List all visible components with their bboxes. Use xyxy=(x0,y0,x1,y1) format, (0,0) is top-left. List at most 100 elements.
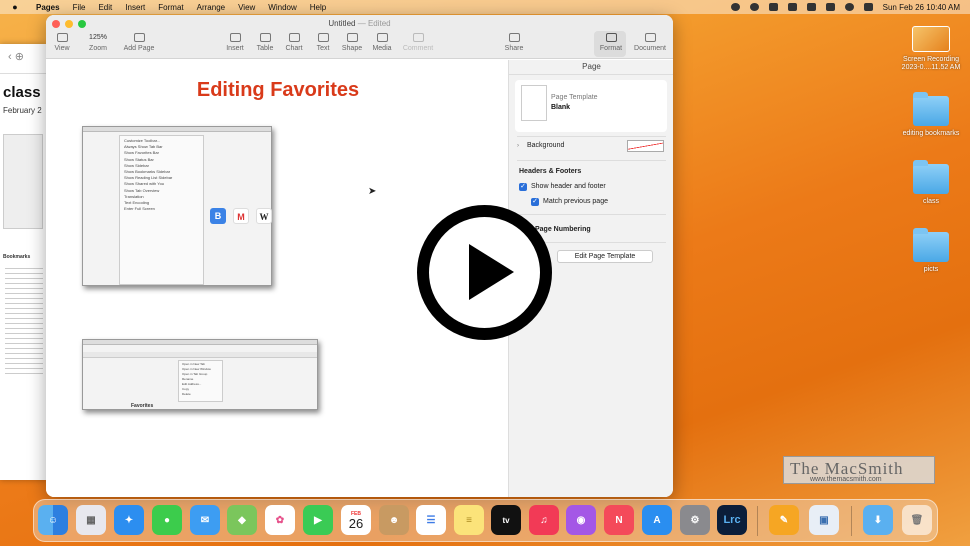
media-button[interactable]: Media xyxy=(362,33,402,52)
menu-file[interactable]: File xyxy=(73,3,86,12)
screenshot-favorites-menu[interactable]: Open in New Tab Open in New Window Open … xyxy=(82,339,318,410)
apple-menu-icon[interactable]: ● xyxy=(8,2,22,12)
mail-icon[interactable]: ✉ xyxy=(190,505,220,535)
menu-edit[interactable]: Edit xyxy=(98,3,112,12)
favorites-label: Favorites xyxy=(131,403,154,409)
page-template-card[interactable]: Page Template Blank xyxy=(515,80,667,132)
app-store-icon[interactable]: A xyxy=(642,505,672,535)
apple-tv-icon[interactable]: tv xyxy=(491,505,521,535)
video-file-icon xyxy=(912,26,950,52)
watermark-logo: The MacSmith www.themacsmith.com xyxy=(783,456,935,484)
screenshot-menubar xyxy=(83,127,271,132)
menu-view[interactable]: View xyxy=(238,3,255,12)
document-button[interactable]: Document xyxy=(630,33,670,52)
background-doc-thumbnail xyxy=(3,134,43,229)
background-label[interactable]: Background xyxy=(527,142,564,149)
comment-icon xyxy=(412,33,424,42)
spotlight-icon[interactable] xyxy=(844,3,854,11)
background-color-swatch[interactable] xyxy=(627,140,664,152)
folder-icon xyxy=(913,228,949,262)
screen-share-icon[interactable] xyxy=(749,3,759,11)
disclosure-chevron-icon[interactable]: › xyxy=(517,143,519,149)
menu-format[interactable]: Format xyxy=(158,3,183,12)
match-previous-label[interactable]: Match previous page xyxy=(543,198,608,205)
pages-icon[interactable]: ✎ xyxy=(769,505,799,535)
music-icon[interactable]: ♫ xyxy=(529,505,559,535)
comment-button[interactable]: Comment xyxy=(398,33,438,52)
desktop-folder-editing-bookmarks[interactable]: editing bookmarks xyxy=(886,92,970,138)
insert-icon xyxy=(229,33,241,42)
preview-icon[interactable]: ▣ xyxy=(809,505,839,535)
screen-recording-label: Screen Recording 2023-0....11.52 AM xyxy=(901,56,961,71)
news-icon[interactable]: N xyxy=(604,505,634,535)
show-header-footer-checkbox[interactable]: ✓ xyxy=(519,183,527,191)
calendar-day: 26 xyxy=(348,515,364,531)
folder-icon xyxy=(913,160,949,194)
window-title: Untitled — Edited xyxy=(46,19,673,28)
show-header-footer-label[interactable]: Show header and footer xyxy=(531,183,606,190)
bing-tile-icon: B xyxy=(210,208,226,224)
wifi-icon[interactable] xyxy=(787,3,797,11)
page-template-label: Page Template xyxy=(551,94,598,101)
calendar-icon[interactable]: FEB 26 xyxy=(341,505,371,535)
divider xyxy=(517,214,666,215)
dock-divider xyxy=(757,506,758,536)
menu-insert[interactable]: Insert xyxy=(125,3,145,12)
back-forward-icon[interactable]: ‹ ⊕ xyxy=(0,44,46,74)
document-name: Untitled xyxy=(328,19,356,28)
siri-icon[interactable] xyxy=(863,3,873,11)
match-previous-checkbox[interactable]: ✓ xyxy=(531,198,539,206)
display-icon[interactable] xyxy=(768,3,778,11)
dock-divider xyxy=(851,506,852,536)
control-center-icon[interactable] xyxy=(806,3,816,11)
downloads-folder-icon[interactable]: ⬇ xyxy=(863,505,893,535)
mouse-cursor-icon: ➤ xyxy=(368,186,377,197)
menu-clock[interactable]: Sun Feb 26 10:40 AM xyxy=(883,3,960,12)
menu-arrange[interactable]: Arrange xyxy=(197,3,225,12)
dock: ☺ ▦ ✦ ● ✉ ◆ ✿ ▶ FEB 26 ☻ ☰ ≡ tv ♫ ◉ N A … xyxy=(33,499,938,542)
gmail-tile-icon: M xyxy=(233,208,249,224)
sidebar-tab-page[interactable]: Page xyxy=(509,61,673,75)
menu-window[interactable]: Window xyxy=(268,3,296,12)
share-button[interactable]: Share xyxy=(494,33,534,52)
view-button[interactable]: View xyxy=(46,33,82,52)
menu-help[interactable]: Help xyxy=(310,3,326,12)
finder-icon[interactable]: ☺ xyxy=(38,505,68,535)
desktop-folder-class[interactable]: class xyxy=(886,160,970,206)
messages-icon[interactable]: ● xyxy=(152,505,182,535)
battery-icon[interactable] xyxy=(825,3,835,11)
zoom-control[interactable]: 125% Zoom xyxy=(78,33,118,52)
watermark-url: www.themacsmith.com xyxy=(810,476,882,483)
record-icon[interactable] xyxy=(730,3,740,11)
podcasts-icon[interactable]: ◉ xyxy=(566,505,596,535)
status-area: Sun Feb 26 10:40 AM xyxy=(730,0,960,14)
menu-app-pages[interactable]: Pages xyxy=(36,3,60,12)
format-button[interactable]: Format xyxy=(591,33,631,52)
zoom-value[interactable]: 125% xyxy=(89,33,107,45)
document-heading[interactable]: Editing Favorites xyxy=(186,79,370,102)
chart-icon xyxy=(288,33,300,42)
page-template-value: Blank xyxy=(551,104,571,111)
background-doc-bookmarks-heading: Bookmarks xyxy=(3,254,31,260)
screenshot-view-menu[interactable]: Customize Toolbar... Always Show Tab Bar… xyxy=(82,126,272,286)
edit-page-template-button[interactable]: Edit Page Template xyxy=(557,250,653,263)
desktop-folder-picts[interactable]: picts xyxy=(886,228,970,274)
lightroom-classic-icon[interactable]: Lrc xyxy=(717,505,747,535)
facetime-icon[interactable]: ▶ xyxy=(303,505,333,535)
contacts-icon[interactable]: ☻ xyxy=(379,505,409,535)
system-settings-icon[interactable]: ⚙ xyxy=(680,505,710,535)
reminders-icon[interactable]: ☰ xyxy=(416,505,446,535)
notes-icon[interactable]: ≡ xyxy=(454,505,484,535)
maps-icon[interactable]: ◆ xyxy=(227,505,257,535)
table-icon xyxy=(259,33,271,42)
photos-icon[interactable]: ✿ xyxy=(265,505,295,535)
trash-icon[interactable]: 🗑 xyxy=(902,505,932,535)
headers-footers-heading: Headers & Footers xyxy=(519,168,582,175)
video-play-button[interactable] xyxy=(417,205,552,340)
launchpad-icon[interactable]: ▦ xyxy=(76,505,106,535)
background-document-window[interactable]: ‹ ⊕ class February 2 Bookmarks xyxy=(0,44,46,480)
safari-icon[interactable]: ✦ xyxy=(114,505,144,535)
add-page-button[interactable]: Add Page xyxy=(119,33,159,52)
desktop-screen-recording[interactable]: Screen Recording 2023-0....11.52 AM xyxy=(886,26,970,72)
shape-icon xyxy=(346,33,358,42)
